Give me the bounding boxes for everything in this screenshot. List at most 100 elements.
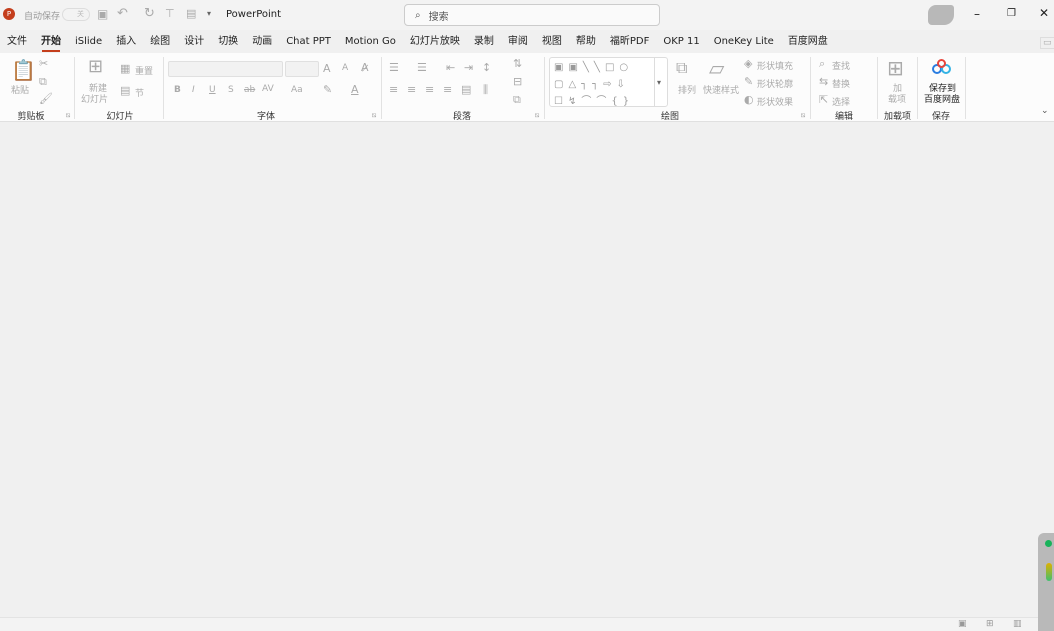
addins-icon[interactable]: ⊞ [887, 57, 904, 79]
replace-icon[interactable]: ⇆ [819, 76, 828, 88]
shape-outline-icon[interactable]: ✎ [744, 76, 753, 88]
tab-8[interactable]: Chat PPT [279, 32, 338, 52]
format-painter-icon[interactable]: 🖌 [39, 93, 53, 105]
present-icon[interactable]: ⊤ [165, 7, 175, 20]
tab-4[interactable]: 绘图 [143, 32, 177, 52]
tab-14[interactable]: 帮助 [569, 32, 603, 52]
quick-styles-icon[interactable]: ▱ [709, 57, 724, 79]
close-button[interactable]: ✕ [1039, 6, 1049, 20]
increase-indent-icon[interactable]: ⇥ [464, 62, 473, 74]
char-spacing-button[interactable]: AV [262, 84, 274, 94]
tab-17[interactable]: OneKey Lite [707, 32, 781, 52]
shape-fill-icon[interactable]: ◈ [744, 58, 752, 70]
clipboard-launcher-icon[interactable]: ⧅ [66, 111, 70, 120]
section-icon[interactable]: ▤ [120, 85, 130, 97]
tab-6[interactable]: 切换 [211, 32, 245, 52]
quick-styles-button[interactable]: 快速样式 [703, 83, 739, 96]
shadow-button[interactable]: S [228, 85, 234, 95]
reset-button[interactable]: 重置 [135, 64, 153, 77]
arrange-button[interactable]: 排列 [678, 83, 696, 96]
slide-sorter-icon[interactable]: ⊞ [986, 619, 994, 629]
tab-18[interactable]: 百度网盘 [781, 32, 835, 52]
bullets-icon[interactable]: ☰ [389, 62, 399, 74]
collapse-ribbon-icon[interactable]: ⌄ [1041, 106, 1049, 116]
tab-15[interactable]: 福昕PDF [603, 32, 656, 52]
align-right-icon[interactable]: ≡ [425, 84, 434, 96]
redo-icon[interactable]: ↻ [144, 6, 155, 21]
new-slide-label-2[interactable]: 幻灯片 [81, 92, 108, 105]
normal-view-icon[interactable]: ▣ [958, 619, 967, 629]
change-case-button[interactable]: Aa [291, 85, 303, 95]
select-button[interactable]: 选择 [832, 95, 850, 108]
strikethrough-button[interactable]: ab [244, 85, 255, 95]
avatar[interactable] [928, 5, 954, 25]
highlight-icon[interactable]: ✎ [323, 84, 332, 96]
tab-2[interactable]: iSlide [68, 32, 109, 52]
font-size-combo[interactable] [285, 61, 319, 77]
section-button[interactable]: 节 [135, 86, 144, 99]
tab-7[interactable]: 动画 [245, 32, 279, 52]
tab-5[interactable]: 设计 [177, 32, 211, 52]
font-launcher-icon[interactable]: ⧅ [372, 111, 376, 120]
italic-button[interactable]: I [192, 85, 195, 95]
align-center-icon[interactable]: ≡ [407, 84, 416, 96]
select-icon[interactable]: ⇱ [819, 94, 828, 106]
tab-0[interactable]: 文件 [0, 32, 34, 52]
font-name-combo[interactable] [168, 61, 283, 77]
tab-12[interactable]: 审阅 [501, 32, 535, 52]
align-text-icon[interactable]: ⊟ [513, 76, 522, 88]
cut-icon[interactable]: ✂ [39, 58, 48, 70]
tab-3[interactable]: 插入 [109, 32, 143, 52]
clear-format-icon[interactable]: A̷ [361, 62, 369, 74]
customize-qat-icon[interactable]: ▾ [207, 9, 211, 18]
smartart-icon[interactable]: ⧉ [513, 94, 521, 106]
justify-icon[interactable]: ≡ [443, 84, 452, 96]
paste-icon[interactable]: 📋 [11, 59, 36, 81]
network-monitor-widget[interactable] [1038, 533, 1054, 631]
decrease-indent-icon[interactable]: ⇤ [446, 62, 455, 74]
columns-icon[interactable]: ⫼ [483, 84, 488, 96]
bold-button[interactable]: B [174, 85, 181, 95]
shape-icons[interactable]: ▣▣╲╲□○ ▢△┐┐⇨⇩ ☐↯⌒⌒{} [554, 59, 654, 110]
shape-fill-button[interactable]: 形状填充 [757, 59, 793, 72]
save-to-baidu-label-2[interactable]: 百度网盘 [924, 92, 960, 105]
text-direction-icon[interactable]: ⇅ [513, 58, 522, 70]
autosave-toggle[interactable]: 关 [62, 8, 90, 21]
undo-icon[interactable]: ↶ [117, 6, 128, 21]
reading-view-icon[interactable]: ▥ [1013, 619, 1022, 629]
minimize-button[interactable]: – [974, 7, 980, 21]
search-input[interactable]: ⌕ 搜索 [404, 4, 660, 26]
shape-effects-button[interactable]: 形状效果 [757, 95, 793, 108]
addins-label-2[interactable]: 载项 [888, 92, 906, 105]
underline-button[interactable]: U [209, 85, 216, 95]
shapes-gallery[interactable]: ▣▣╲╲□○ ▢△┐┐⇨⇩ ☐↯⌒⌒{} ▾ [549, 57, 668, 107]
copy-icon[interactable]: ⧉ [39, 76, 47, 88]
shrink-font-button[interactable]: A [342, 63, 348, 73]
comments-icon[interactable]: ▭ [1040, 37, 1054, 49]
paragraph-launcher-icon[interactable]: ⧅ [535, 111, 539, 120]
shape-effects-icon[interactable]: ◐ [744, 94, 754, 106]
shape-outline-button[interactable]: 形状轮廓 [757, 77, 793, 90]
grow-font-button[interactable]: A [323, 62, 331, 75]
tab-16[interactable]: OKP 11 [656, 32, 706, 52]
tab-10[interactable]: 幻灯片放映 [403, 32, 467, 52]
baidu-netdisk-icon[interactable] [932, 59, 952, 75]
reset-icon[interactable]: ▦ [120, 63, 130, 75]
arrange-icon[interactable]: ⧉ [676, 59, 687, 77]
restore-button[interactable]: ❐ [1007, 8, 1016, 19]
tab-13[interactable]: 视图 [535, 32, 569, 52]
document-icon[interactable]: ▤ [186, 7, 196, 20]
distributed-icon[interactable]: ▤ [461, 84, 471, 96]
find-button[interactable]: 查找 [832, 59, 850, 72]
drawing-launcher-icon[interactable]: ⧅ [801, 111, 805, 120]
tab-11[interactable]: 录制 [467, 32, 501, 52]
replace-button[interactable]: 替换 [832, 77, 850, 90]
gallery-expand-icon[interactable]: ▾ [657, 78, 661, 87]
new-slide-icon[interactable]: ⊞ [88, 57, 103, 77]
paste-button[interactable]: 粘贴 [11, 83, 29, 96]
numbering-icon[interactable]: ☰ [417, 62, 427, 74]
find-icon[interactable]: ⌕ [819, 58, 825, 70]
tab-9[interactable]: Motion Go [338, 32, 403, 52]
font-color-icon[interactable]: A [351, 84, 359, 96]
tab-1[interactable]: 开始 [34, 32, 68, 52]
